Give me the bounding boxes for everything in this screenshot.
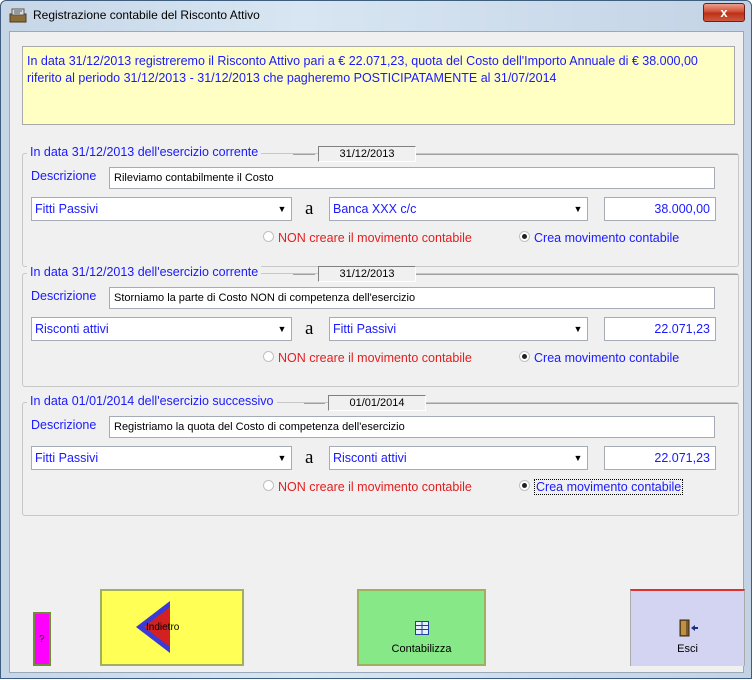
credit-account-select[interactable]: Risconti attivi ▼ (329, 446, 588, 470)
entry-group-1: In data 31/12/2013 dell'esercizio corren… (22, 145, 739, 267)
radio-label: Crea movimento contabile (534, 231, 680, 245)
chevron-down-icon[interactable]: ▼ (274, 448, 290, 468)
group-border (293, 274, 315, 275)
a-separator: a (305, 318, 314, 339)
group-border (293, 154, 315, 155)
radio-unselected-icon (263, 480, 274, 491)
ledger-icon (415, 621, 429, 635)
entry-date: 31/12/2013 (318, 146, 416, 162)
title-bar[interactable]: Registrazione contabile del Risconto Att… (1, 1, 751, 29)
help-label: ? (39, 634, 45, 645)
entry-group-2: In data 31/12/2013 dell'esercizio corren… (22, 265, 739, 387)
entry-legend: In data 31/12/2013 dell'esercizio corren… (27, 145, 262, 159)
radio-non-create[interactable]: NON creare il movimento contabile (263, 480, 472, 496)
entry-date: 31/12/2013 (318, 266, 416, 282)
radio-label: Crea movimento contabile (534, 479, 684, 495)
debit-account-value: Fitti Passivi (35, 202, 99, 216)
dialog-body: In data 31/12/2013 registreremo il Risco… (9, 31, 745, 673)
description-label: Descrizione (31, 289, 97, 303)
radio-label: NON creare il movimento contabile (278, 480, 472, 494)
credit-account-value: Fitti Passivi (333, 322, 397, 336)
back-button[interactable]: Indietro (100, 589, 244, 666)
exit-label: Esci (677, 643, 698, 655)
radio-label: NON creare il movimento contabile (278, 351, 472, 365)
entry-group-3: In data 01/01/2014 dell'esercizio succes… (22, 394, 739, 516)
radio-unselected-icon (263, 231, 274, 242)
description-label: Descrizione (31, 169, 97, 183)
chevron-down-icon[interactable]: ▼ (570, 199, 586, 219)
amount-field[interactable]: 22.071,23 (604, 446, 716, 470)
info-message: In data 31/12/2013 registreremo il Risco… (22, 46, 735, 125)
group-border (426, 403, 738, 404)
post-label: Contabilizza (391, 643, 452, 655)
window-title: Registrazione contabile del Risconto Att… (33, 8, 260, 22)
credit-account-value: Banca XXX c/c (333, 202, 417, 216)
close-icon: x (720, 5, 728, 20)
amount-field[interactable]: 38.000,00 (604, 197, 716, 221)
debit-account-value: Fitti Passivi (35, 451, 99, 465)
debit-account-select[interactable]: Fitti Passivi ▼ (31, 446, 292, 470)
help-button[interactable]: ? (33, 612, 51, 666)
post-button[interactable]: Contabilizza (357, 589, 486, 666)
radio-selected-icon (519, 351, 530, 362)
chevron-down-icon[interactable]: ▼ (570, 319, 586, 339)
entry-legend: In data 01/01/2014 dell'esercizio succes… (27, 394, 277, 408)
description-input[interactable]: Registriamo la quota del Costo di compet… (109, 416, 715, 438)
debit-account-value: Risconti attivi (35, 322, 109, 336)
description-label: Descrizione (31, 418, 97, 432)
back-label: Indietro (146, 622, 180, 633)
debit-account-select[interactable]: Fitti Passivi ▼ (31, 197, 292, 221)
app-icon (9, 8, 27, 23)
radio-selected-icon (519, 480, 530, 491)
radio-non-create[interactable]: NON creare il movimento contabile (263, 351, 472, 367)
description-input[interactable]: Rileviamo contabilmente il Costo (109, 167, 715, 189)
close-button[interactable]: x (703, 3, 745, 22)
radio-create[interactable]: Crea movimento contabile (519, 479, 684, 496)
a-separator: a (305, 447, 314, 468)
radio-create[interactable]: Crea movimento contabile (519, 231, 679, 247)
chevron-down-icon[interactable]: ▼ (274, 319, 290, 339)
chevron-down-icon[interactable]: ▼ (570, 448, 586, 468)
entry-date: 01/01/2014 (328, 395, 426, 411)
group-border (304, 403, 325, 404)
exit-door-icon (679, 619, 698, 637)
credit-account-value: Risconti attivi (333, 451, 407, 465)
entry-legend: In data 31/12/2013 dell'esercizio corren… (27, 265, 262, 279)
a-separator: a (305, 198, 314, 219)
description-input[interactable]: Storniamo la parte di Costo NON di compe… (109, 287, 715, 309)
credit-account-select[interactable]: Banca XXX c/c ▼ (329, 197, 588, 221)
exit-button[interactable]: Esci (630, 589, 745, 666)
group-border (416, 274, 738, 275)
radio-unselected-icon (263, 351, 274, 362)
group-border (416, 154, 738, 155)
credit-account-select[interactable]: Fitti Passivi ▼ (329, 317, 588, 341)
dialog-window: Registrazione contabile del Risconto Att… (0, 0, 752, 679)
radio-label: Crea movimento contabile (534, 351, 680, 365)
radio-label: NON creare il movimento contabile (278, 231, 472, 245)
radio-non-create[interactable]: NON creare il movimento contabile (263, 231, 472, 247)
amount-field[interactable]: 22.071,23 (604, 317, 716, 341)
debit-account-select[interactable]: Risconti attivi ▼ (31, 317, 292, 341)
radio-selected-icon (519, 231, 530, 242)
chevron-down-icon[interactable]: ▼ (274, 199, 290, 219)
radio-create[interactable]: Crea movimento contabile (519, 351, 679, 367)
